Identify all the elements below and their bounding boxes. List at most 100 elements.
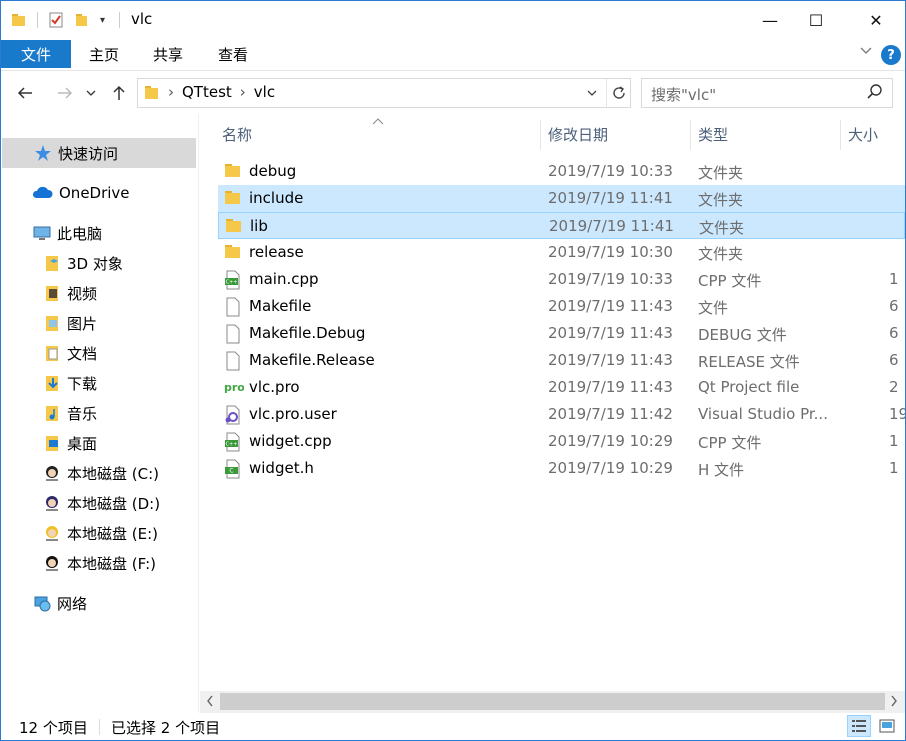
scrollbar-thumb[interactable] [220, 693, 885, 710]
file-row[interactable]: include 2019/7/19 11:41 文件夹 [218, 185, 905, 212]
properties-icon[interactable] [48, 12, 64, 28]
item-count: 12 个项目 [19, 719, 88, 737]
file-name: vlc.pro.user [249, 405, 337, 423]
nav-item-network[interactable]: 网络 [1, 588, 199, 618]
file-size: 1 [889, 270, 899, 288]
tab-view[interactable]: 查看 [218, 40, 248, 68]
cloud-icon [31, 184, 53, 202]
file-row[interactable]: release 2019/7/19 10:30 文件夹 [218, 239, 905, 266]
file-type: H 文件 [698, 461, 745, 479]
nav-item-drive-c[interactable]: 本地磁盘 (C:) [1, 458, 199, 488]
scroll-left-icon[interactable] [206, 693, 214, 713]
recent-locations-button[interactable] [83, 81, 99, 105]
breadcrumb-item-qttest[interactable]: QTtest [182, 83, 232, 101]
cpp-file-icon: C++ [224, 270, 242, 290]
minimize-button[interactable]: — [747, 1, 793, 39]
file-row[interactable]: C++ widget.cpp 2019/7/19 10:29 CPP 文件 1 [218, 428, 905, 455]
column-header-size[interactable]: 大小 [848, 120, 878, 148]
scroll-right-icon[interactable] [890, 693, 898, 713]
column-header-name[interactable]: 名称 [222, 120, 252, 148]
nav-item-drive-f[interactable]: 本地磁盘 (F:) [1, 548, 199, 578]
file-size: 6 [889, 351, 899, 369]
file-name: Makefile.Release [249, 351, 375, 369]
search-icon[interactable] [866, 83, 884, 105]
nav-label: 桌面 [67, 434, 98, 453]
file-date: 2019/7/19 10:33 [548, 270, 673, 288]
title-bar: ▾ vlc — ☐ ✕ [1, 1, 905, 39]
file-row[interactable]: pro vlc.pro 2019/7/19 11:43 Qt Project file… [218, 374, 905, 401]
selection-count: 已选择 2 个项目 [111, 719, 221, 737]
download-icon [43, 374, 61, 392]
nav-item-music[interactable]: 音乐 [1, 398, 199, 428]
nav-item-pictures[interactable]: 图片 [1, 308, 199, 338]
nav-item-drive-d[interactable]: 本地磁盘 (D:) [1, 488, 199, 518]
file-type: 文件 [698, 299, 729, 317]
tab-file[interactable]: 文件 [1, 40, 71, 68]
breadcrumb-separator[interactable]: › [240, 83, 246, 101]
close-button[interactable]: ✕ [853, 1, 899, 39]
nav-label: 视频 [67, 284, 98, 303]
address-bar[interactable]: › QTtest › vlc [137, 78, 631, 108]
back-button[interactable] [13, 81, 37, 105]
tab-home[interactable]: 主页 [89, 40, 119, 68]
column-header-type[interactable]: 类型 [698, 120, 728, 148]
folder-icon[interactable] [11, 12, 27, 28]
documents-icon [43, 344, 61, 362]
refresh-button[interactable] [606, 79, 630, 107]
nav-item-desktop[interactable]: 桌面 [1, 428, 199, 458]
nav-item-documents[interactable]: 文档 [1, 338, 199, 368]
file-date: 2019/7/19 11:43 [548, 324, 673, 342]
file-name: vlc.pro [249, 378, 300, 396]
nav-label: OneDrive [59, 184, 130, 202]
nav-item-downloads[interactable]: 下载 [1, 368, 199, 398]
sort-ascending-icon [372, 114, 384, 128]
file-row[interactable]: lib 2019/7/19 11:41 文件夹 [218, 212, 905, 239]
help-icon[interactable]: ? [881, 45, 901, 65]
nav-label: 3D 对象 [67, 254, 123, 273]
qt-pro-icon: pro [224, 378, 245, 396]
file-row[interactable]: vlc.pro.user 2019/7/19 11:42 Visual Studio… [218, 401, 905, 428]
status-bar: 12 个项目 已选择 2 个项目 [1, 713, 905, 740]
new-folder-icon[interactable] [74, 12, 90, 28]
file-icon [224, 324, 242, 344]
file-row[interactable]: Cwidget.h 2019/7/19 10:29 H 文件 1 [218, 455, 905, 482]
up-button[interactable] [107, 81, 131, 105]
details-view-button[interactable] [847, 715, 871, 737]
tab-share[interactable]: 共享 [153, 40, 183, 68]
forward-button[interactable] [53, 81, 77, 105]
address-dropdown-icon[interactable] [586, 82, 598, 108]
column-divider[interactable] [840, 120, 841, 150]
file-row[interactable]: Makefile.Debug 2019/7/19 11:43 DEBUG 文件 6 [218, 320, 905, 347]
music-icon [43, 404, 61, 422]
nav-item-3d-objects[interactable]: 3D 对象 [1, 248, 199, 278]
file-row[interactable]: C++ main.cpp 2019/7/19 10:33 CPP 文件 1 [218, 266, 905, 293]
nav-item-videos[interactable]: 视频 [1, 278, 199, 308]
file-icon [224, 351, 242, 371]
breadcrumb-item-vlc[interactable]: vlc [254, 83, 275, 101]
nav-item-onedrive[interactable]: OneDrive [1, 178, 199, 208]
3d-objects-icon [43, 254, 61, 272]
computer-icon [33, 224, 51, 242]
file-list: 名称 修改日期 类型 大小 debug 2019/7/19 10:33 文件夹 inc… [200, 114, 905, 691]
column-divider[interactable] [690, 120, 691, 150]
expand-ribbon-icon[interactable] [859, 43, 873, 61]
file-row[interactable]: Makefile.Release 2019/7/19 11:43 RELEASE 文… [218, 347, 905, 374]
file-date: 2019/7/19 11:43 [548, 297, 673, 315]
large-icons-view-button[interactable] [875, 715, 899, 737]
nav-item-quick-access[interactable]: 快速访问 [2, 138, 196, 168]
column-header-date[interactable]: 修改日期 [548, 120, 608, 148]
file-date: 2019/7/19 11:43 [548, 378, 673, 396]
horizontal-scrollbar[interactable] [200, 691, 905, 713]
column-divider[interactable] [540, 120, 541, 150]
breadcrumb-separator[interactable]: › [168, 83, 174, 101]
file-date: 2019/7/19 10:30 [548, 243, 673, 261]
file-row[interactable]: Makefile 2019/7/19 11:43 文件 6 [218, 293, 905, 320]
search-box[interactable]: 搜索"vlc" [641, 78, 893, 108]
file-row[interactable]: debug 2019/7/19 10:33 文件夹 [218, 158, 905, 185]
folder-icon [224, 243, 242, 261]
maximize-button[interactable]: ☐ [793, 1, 839, 39]
nav-item-this-pc[interactable]: 此电脑 [1, 218, 199, 248]
customize-toolbar-icon[interactable]: ▾ [100, 15, 105, 26]
svg-text:C++: C++ [226, 442, 238, 448]
nav-item-drive-e[interactable]: 本地磁盘 (E:) [1, 518, 199, 548]
